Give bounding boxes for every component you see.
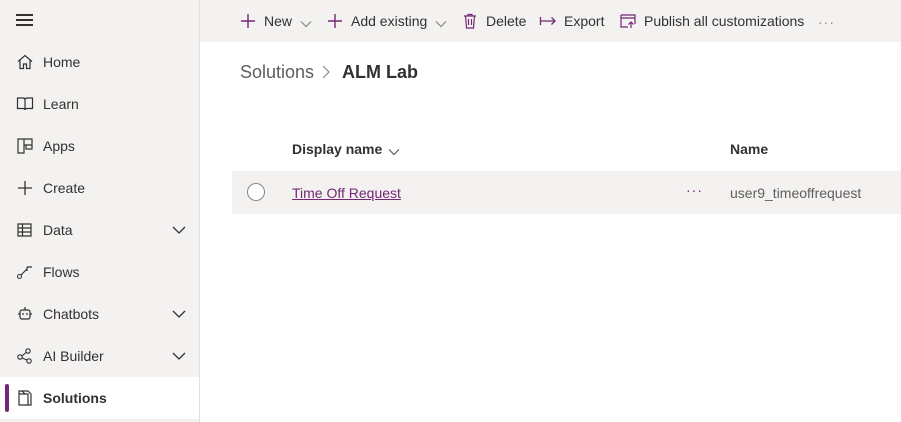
bot-icon — [16, 305, 34, 323]
sidebar-item-label: Flows — [43, 264, 80, 280]
export-label: Export — [564, 13, 605, 29]
row-more-actions-button[interactable]: ··· — [686, 182, 703, 198]
chevron-down-icon[interactable] — [171, 349, 187, 361]
column-header-name[interactable]: Name — [730, 141, 768, 157]
chevron-down-icon — [388, 144, 400, 156]
sidebar-item-label: Learn — [43, 96, 79, 112]
left-nav: Home Learn Apps Create Data Flows Chatbo… — [0, 0, 200, 422]
new-label: New — [264, 13, 293, 29]
row-name-cell: user9_timeoffrequest — [730, 185, 862, 201]
sidebar-item-label: Home — [43, 54, 81, 70]
plus-icon — [239, 12, 257, 30]
more-commands-button[interactable]: ··· — [818, 14, 835, 30]
sidebar-item-label: Solutions — [43, 390, 107, 406]
publish-icon — [619, 12, 637, 30]
plus-icon — [326, 12, 344, 30]
table-icon — [16, 221, 34, 239]
sidebar-item-create[interactable]: Create — [0, 167, 199, 209]
sidebar-item-chatbots[interactable]: Chatbots — [0, 293, 199, 335]
column-header-display-name[interactable]: Display name — [292, 141, 400, 157]
sidebar-item-label: Chatbots — [43, 306, 100, 322]
breadcrumb-solutions-link[interactable]: Solutions — [240, 62, 314, 83]
add-existing-button[interactable]: Add existing — [326, 0, 447, 42]
export-button[interactable]: Export — [539, 0, 604, 42]
book-icon — [16, 95, 34, 113]
chevron-down-icon — [435, 16, 447, 28]
publish-label: Publish all customizations — [644, 13, 805, 29]
chevron-down-icon — [300, 16, 312, 28]
sidebar-item-learn[interactable]: Learn — [0, 83, 199, 125]
page-title: ALM Lab — [342, 62, 418, 82]
display-name-link[interactable]: Time Off Request — [292, 185, 401, 201]
apps-icon — [16, 137, 34, 155]
chevron-down-icon[interactable] — [171, 307, 187, 319]
column-header-label: Display name — [292, 141, 383, 157]
chevron-down-icon[interactable] — [171, 223, 187, 235]
sidebar-item-flows[interactable]: Flows — [0, 251, 199, 293]
sidebar-item-ai-builder[interactable]: AI Builder — [0, 335, 199, 377]
sidebar-item-label: Create — [43, 180, 86, 196]
export-arrow-icon — [539, 12, 557, 30]
trash-icon — [461, 12, 479, 30]
delete-button[interactable]: Delete — [461, 0, 526, 42]
command-bar: New Add existing Delete Export Publish a… — [200, 0, 901, 42]
solutions-icon — [16, 389, 34, 407]
row-select-radio[interactable] — [247, 183, 265, 201]
hamburger-menu-icon[interactable] — [16, 12, 34, 28]
sidebar-item-label: AI Builder — [43, 348, 104, 364]
ai-builder-icon — [16, 347, 34, 365]
home-icon — [16, 53, 34, 71]
sidebar-item-label: Apps — [43, 138, 75, 154]
add-existing-label: Add existing — [351, 13, 428, 29]
sidebar-item-solutions[interactable]: Solutions — [0, 377, 199, 419]
sidebar-item-home[interactable]: Home — [0, 41, 199, 83]
plus-icon — [16, 179, 34, 197]
selection-indicator — [5, 384, 9, 412]
sidebar-item-apps[interactable]: Apps — [0, 125, 199, 167]
new-button[interactable]: New — [239, 0, 312, 42]
flow-icon — [16, 263, 34, 281]
chevron-right-icon — [320, 64, 332, 80]
sidebar-item-label: Data — [43, 222, 73, 238]
sidebar-item-data[interactable]: Data — [0, 209, 199, 251]
delete-label: Delete — [486, 13, 527, 29]
publish-all-customizations-button[interactable]: Publish all customizations — [619, 0, 804, 42]
